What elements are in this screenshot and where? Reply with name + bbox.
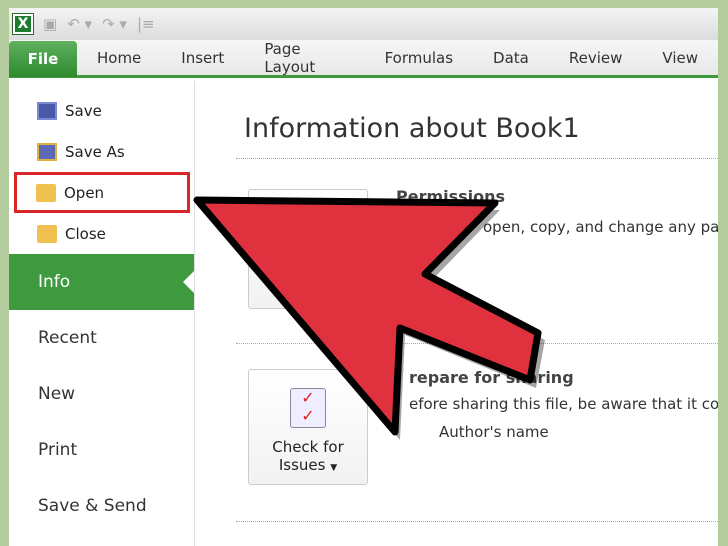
arrow-shape xyxy=(193,196,542,436)
red-arrow-pointer xyxy=(193,196,545,440)
